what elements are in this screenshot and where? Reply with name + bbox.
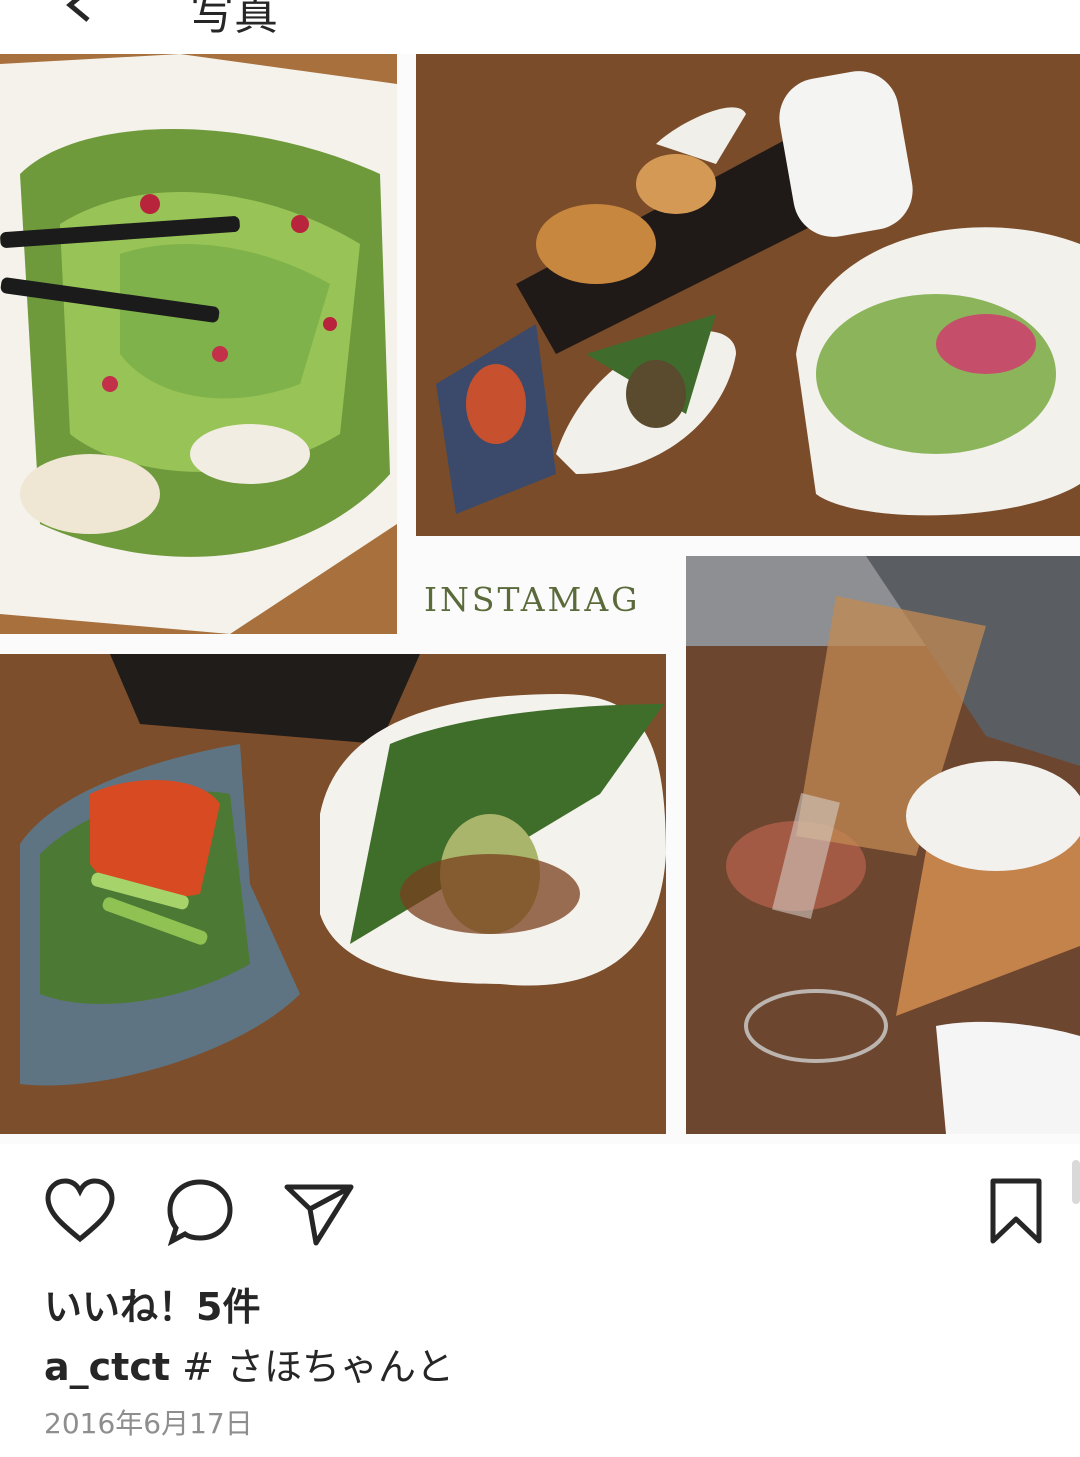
share-button[interactable]	[280, 1172, 360, 1252]
username-link[interactable]: a_ctct	[44, 1345, 170, 1389]
instamag-watermark: INSTAMAG	[424, 580, 641, 619]
send-icon	[284, 1184, 354, 1246]
photo-salad-bowl	[0, 54, 397, 634]
heart-icon	[45, 1178, 115, 1243]
save-button[interactable]	[976, 1172, 1056, 1252]
comment-icon	[167, 1179, 233, 1247]
photo-table-overview	[416, 54, 1080, 536]
page-title: 写真	[190, 0, 278, 40]
top-navigation-bar: 写真	[0, 0, 1080, 56]
post-date: 2016年6月17日	[44, 1407, 253, 1440]
photo-beer-glasses	[686, 556, 1080, 1134]
caption-text: # さほちゃんと	[170, 1345, 455, 1389]
photo-kimchi-eggplant	[0, 654, 666, 1134]
bookmark-icon	[990, 1178, 1042, 1244]
caption: a_ctct # さほちゃんと	[44, 1336, 454, 1391]
post-image-collage[interactable]: INSTAMAG	[0, 54, 1080, 1144]
comment-button[interactable]	[160, 1172, 240, 1252]
post-action-bar	[0, 1160, 1080, 1260]
like-count[interactable]: いいね！5件	[44, 1276, 260, 1331]
chevron-left-icon[interactable]	[56, 0, 102, 28]
scrollbar[interactable]	[1072, 1160, 1080, 1204]
like-button[interactable]	[40, 1172, 120, 1252]
